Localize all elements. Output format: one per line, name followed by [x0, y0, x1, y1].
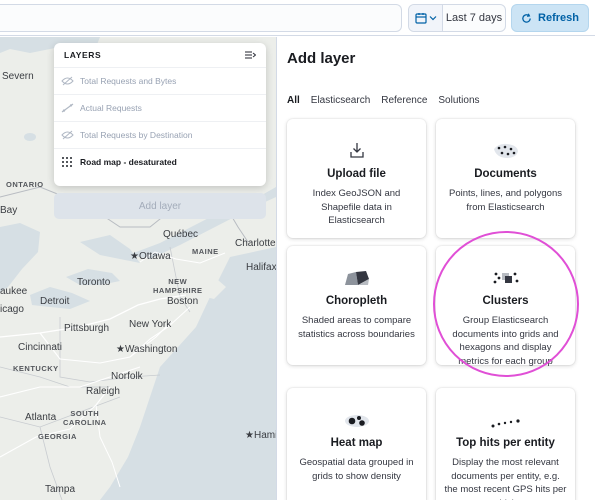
card-description: Points, lines, and polygons from Elastic…: [448, 188, 563, 213]
top-bar: Last 7 days Refresh: [0, 0, 595, 36]
add-layer-button[interactable]: Add layer: [54, 193, 266, 219]
map-label: Québec: [163, 229, 199, 240]
refresh-icon: [522, 12, 531, 23]
layer-label: Total Requests by Destination: [80, 130, 193, 140]
map-label: Halifax: [246, 262, 276, 273]
layer-label: Total Requests and Bytes: [80, 76, 177, 86]
heat-map-card[interactable]: Heat map Geospatial data grouped in grid…: [287, 388, 426, 500]
map-label: Cincinnati: [18, 342, 62, 353]
documents-icon: [493, 143, 518, 158]
map-label: New York: [129, 319, 172, 330]
map-label: Atlanta: [25, 412, 57, 423]
map-label: Bay: [0, 205, 18, 216]
map-label: Pittsburgh: [64, 323, 110, 334]
heat-map-icon: [344, 415, 369, 427]
refresh-button[interactable]: Refresh: [511, 4, 589, 32]
chevron-down-icon: [429, 16, 436, 21]
map-label: ★Ottawa: [130, 251, 171, 262]
eye-closed-icon[interactable]: [59, 128, 75, 142]
card-title: Documents: [474, 168, 537, 180]
collapse-panel-icon[interactable]: [245, 50, 256, 60]
card-description: Geospatial data grouped in grids to show…: [299, 457, 414, 482]
layer-item[interactable]: Total Requests and Bytes: [54, 67, 266, 94]
map-label: ★Hami: [245, 430, 276, 441]
layer-item[interactable]: Actual Requests: [54, 94, 266, 121]
card-description: Display the most relevant documents per …: [444, 457, 567, 500]
card-title: Clusters: [482, 295, 529, 307]
map-label: Detroit: [40, 296, 70, 307]
layers-panel: LAYERS Total Requests and Bytes Actual R…: [54, 43, 266, 186]
map-label: NEW HAMPSHIRE: [153, 277, 203, 295]
add-layer-flyout: Add layer All Elasticsearch Reference So…: [276, 37, 595, 500]
map-label-text: Hami: [253, 430, 276, 441]
documents-card[interactable]: Documents Points, lines, and polygons fr…: [436, 119, 575, 238]
map-label: KENTUCKY: [13, 364, 59, 373]
card-title: Choropleth: [325, 295, 388, 307]
calendar-icon: [414, 13, 427, 24]
card-description: Group Elasticsearch documents into grids…: [452, 315, 559, 367]
top-hits-icon: [491, 419, 520, 428]
top-hits-card[interactable]: Top hits per entity Display the most rel…: [436, 388, 575, 500]
refresh-label: Refresh: [538, 12, 579, 24]
tab-all[interactable]: All: [287, 95, 300, 106]
tab-elasticsearch[interactable]: Elasticsearch: [311, 95, 370, 106]
layer-label: Road map - desaturated: [80, 157, 177, 167]
map-label: Raleigh: [86, 386, 120, 397]
layers-panel-header: LAYERS: [54, 43, 266, 67]
map-label: ★Washington: [116, 344, 178, 355]
card-description: Shaded areas to compare statistics acros…: [298, 315, 415, 340]
app-root: Last 7 days Refresh Severn ONTARIO Bay Q…: [0, 0, 595, 500]
tab-reference[interactable]: Reference: [381, 95, 427, 106]
card-title: Upload file: [327, 168, 386, 180]
map-label: ONTARIO: [6, 180, 44, 189]
layers-panel-title: LAYERS: [64, 50, 102, 60]
card-description: Index GeoJSON and Shapefile data in Elas…: [312, 188, 401, 226]
clusters-icon: [493, 272, 518, 284]
date-quick-select-button[interactable]: [409, 5, 443, 31]
flyout-title: Add layer: [287, 50, 356, 67]
layer-label: Actual Requests: [80, 103, 142, 113]
choropleth-icon: [344, 271, 369, 285]
map-label: Severn: [2, 71, 34, 82]
map-label: SOUTH CAROLINA: [63, 409, 107, 427]
tab-solutions[interactable]: Solutions: [438, 95, 479, 106]
layer-item[interactable]: Total Requests by Destination: [54, 121, 266, 148]
upload-file-card[interactable]: Upload file Index GeoJSON and Shapefile …: [287, 119, 426, 238]
grid-tiles-icon[interactable]: [59, 155, 75, 169]
line-layer-icon[interactable]: [59, 101, 75, 115]
map-label: Charlotte: [235, 238, 276, 249]
map-label: Boston: [167, 296, 199, 307]
card-title: Heat map: [330, 437, 383, 449]
map-label: MAINE: [192, 247, 219, 256]
map-label-text: Washington: [124, 344, 178, 355]
map-label-text: Ottawa: [138, 251, 171, 262]
map-label: aukee: [0, 286, 28, 297]
map-label: Norfolk: [111, 371, 143, 382]
layer-category-tabs: All Elasticsearch Reference Solutions: [287, 95, 480, 106]
clusters-card[interactable]: Clusters Group Elasticsearch documents i…: [436, 246, 575, 367]
layer-item[interactable]: Road map - desaturated: [54, 148, 266, 175]
query-input[interactable]: [0, 4, 402, 32]
date-range-text[interactable]: Last 7 days: [443, 12, 505, 24]
map-label: GEORGIA: [38, 432, 77, 441]
date-picker[interactable]: Last 7 days: [408, 4, 506, 32]
upload-file-icon: [349, 143, 364, 158]
choropleth-card[interactable]: Choropleth Shaded areas to compare stati…: [287, 246, 426, 365]
card-title: Top hits per entity: [456, 437, 555, 449]
map-label: Toronto: [77, 277, 111, 288]
map-label: icago: [0, 304, 24, 315]
map-label: Tampa: [45, 484, 76, 495]
eye-closed-icon[interactable]: [59, 74, 75, 88]
